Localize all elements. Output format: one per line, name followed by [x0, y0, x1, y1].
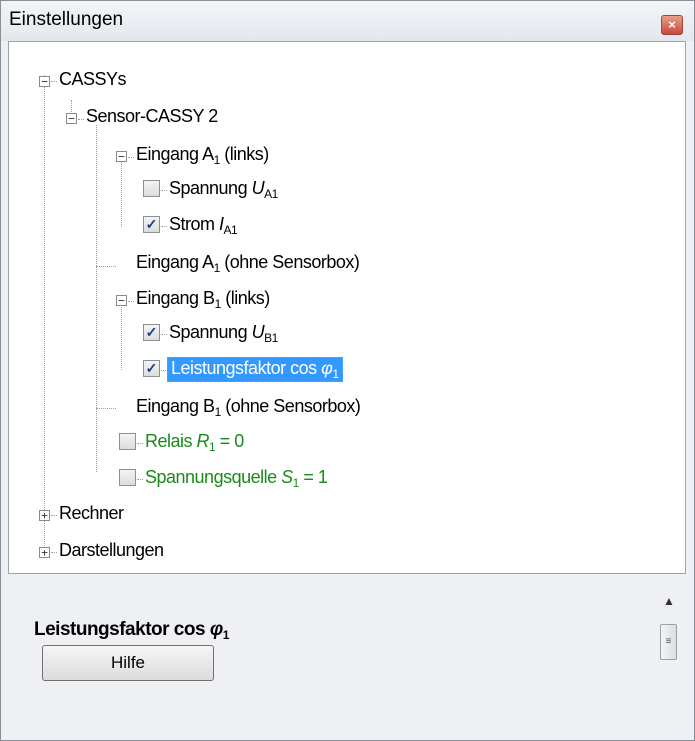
checkbox-leistungsfaktor[interactable]: ✓ [143, 360, 160, 377]
expand-icon[interactable]: + [39, 547, 50, 558]
settings-window: Einstellungen × − CASSYs − Sensor-CASSY … [0, 0, 695, 741]
tree-label-cassys[interactable]: CASSYs [59, 69, 127, 90]
tree-label-leistungsfaktor[interactable]: Leistungsfaktor cos φ1 [167, 357, 343, 382]
tree-connector [121, 162, 122, 227]
help-button[interactable]: Hilfe [42, 645, 214, 681]
collapse-icon[interactable]: − [66, 113, 77, 124]
tree-label-spannungsquelle[interactable]: Spannungsquelle S1 = 1 [145, 467, 328, 490]
tree-connector [96, 408, 116, 409]
description-scrollbar[interactable]: ▲ ≡ [659, 594, 679, 674]
tree-label-relais[interactable]: Relais R1 = 0 [145, 431, 244, 454]
settings-tree[interactable]: − CASSYs − Sensor-CASSY 2 − Eingang A1 (… [8, 41, 686, 574]
collapse-icon[interactable]: − [116, 295, 127, 306]
expand-icon[interactable]: + [39, 510, 50, 521]
description-panel: Leistungsfaktor cos φ1 Hilfe ▲ ≡ [8, 574, 686, 740]
tree-connector [121, 302, 122, 370]
tree-label-eingang-a-ohne[interactable]: Eingang A1 (ohne Sensorbox) [136, 252, 360, 275]
tree-label-darstellungen[interactable]: Darstellungen [59, 540, 164, 561]
tree-connector [96, 125, 97, 472]
tree-label-eingang-b[interactable]: Eingang B1 (links) [136, 288, 270, 311]
checkbox-spannung-ua1[interactable] [143, 180, 160, 197]
checkbox-relais[interactable] [119, 433, 136, 450]
collapse-icon[interactable]: − [116, 151, 127, 162]
tree-label-eingang-b-ohne[interactable]: Eingang B1 (ohne Sensorbox) [136, 396, 361, 419]
window-title: Einstellungen [9, 9, 124, 30]
tree-connector [44, 75, 45, 552]
tree-label-spannung-ub1[interactable]: Spannung UB1 [169, 322, 278, 345]
scroll-up-icon[interactable]: ▲ [663, 594, 675, 608]
checkbox-spannung-ub1[interactable]: ✓ [143, 324, 160, 341]
tree-label-sensor-cassy[interactable]: Sensor-CASSY 2 [86, 106, 218, 127]
scroll-thumb[interactable]: ≡ [660, 624, 677, 660]
title-bar: Einstellungen × [1, 1, 694, 41]
tree-label-rechner[interactable]: Rechner [59, 503, 124, 524]
tree-label-strom-ia1[interactable]: Strom IA1 [169, 214, 238, 237]
description-title: Leistungsfaktor cos φ1 [34, 619, 229, 642]
tree-connector [96, 266, 116, 267]
collapse-icon[interactable]: − [39, 76, 50, 87]
tree-label-spannung-ua1[interactable]: Spannung UA1 [169, 178, 278, 201]
tree-label-eingang-a[interactable]: Eingang A1 (links) [136, 144, 269, 167]
checkbox-strom-ia1[interactable]: ✓ [143, 216, 160, 233]
checkbox-spannungsquelle[interactable] [119, 469, 136, 486]
close-icon[interactable]: × [661, 15, 683, 35]
